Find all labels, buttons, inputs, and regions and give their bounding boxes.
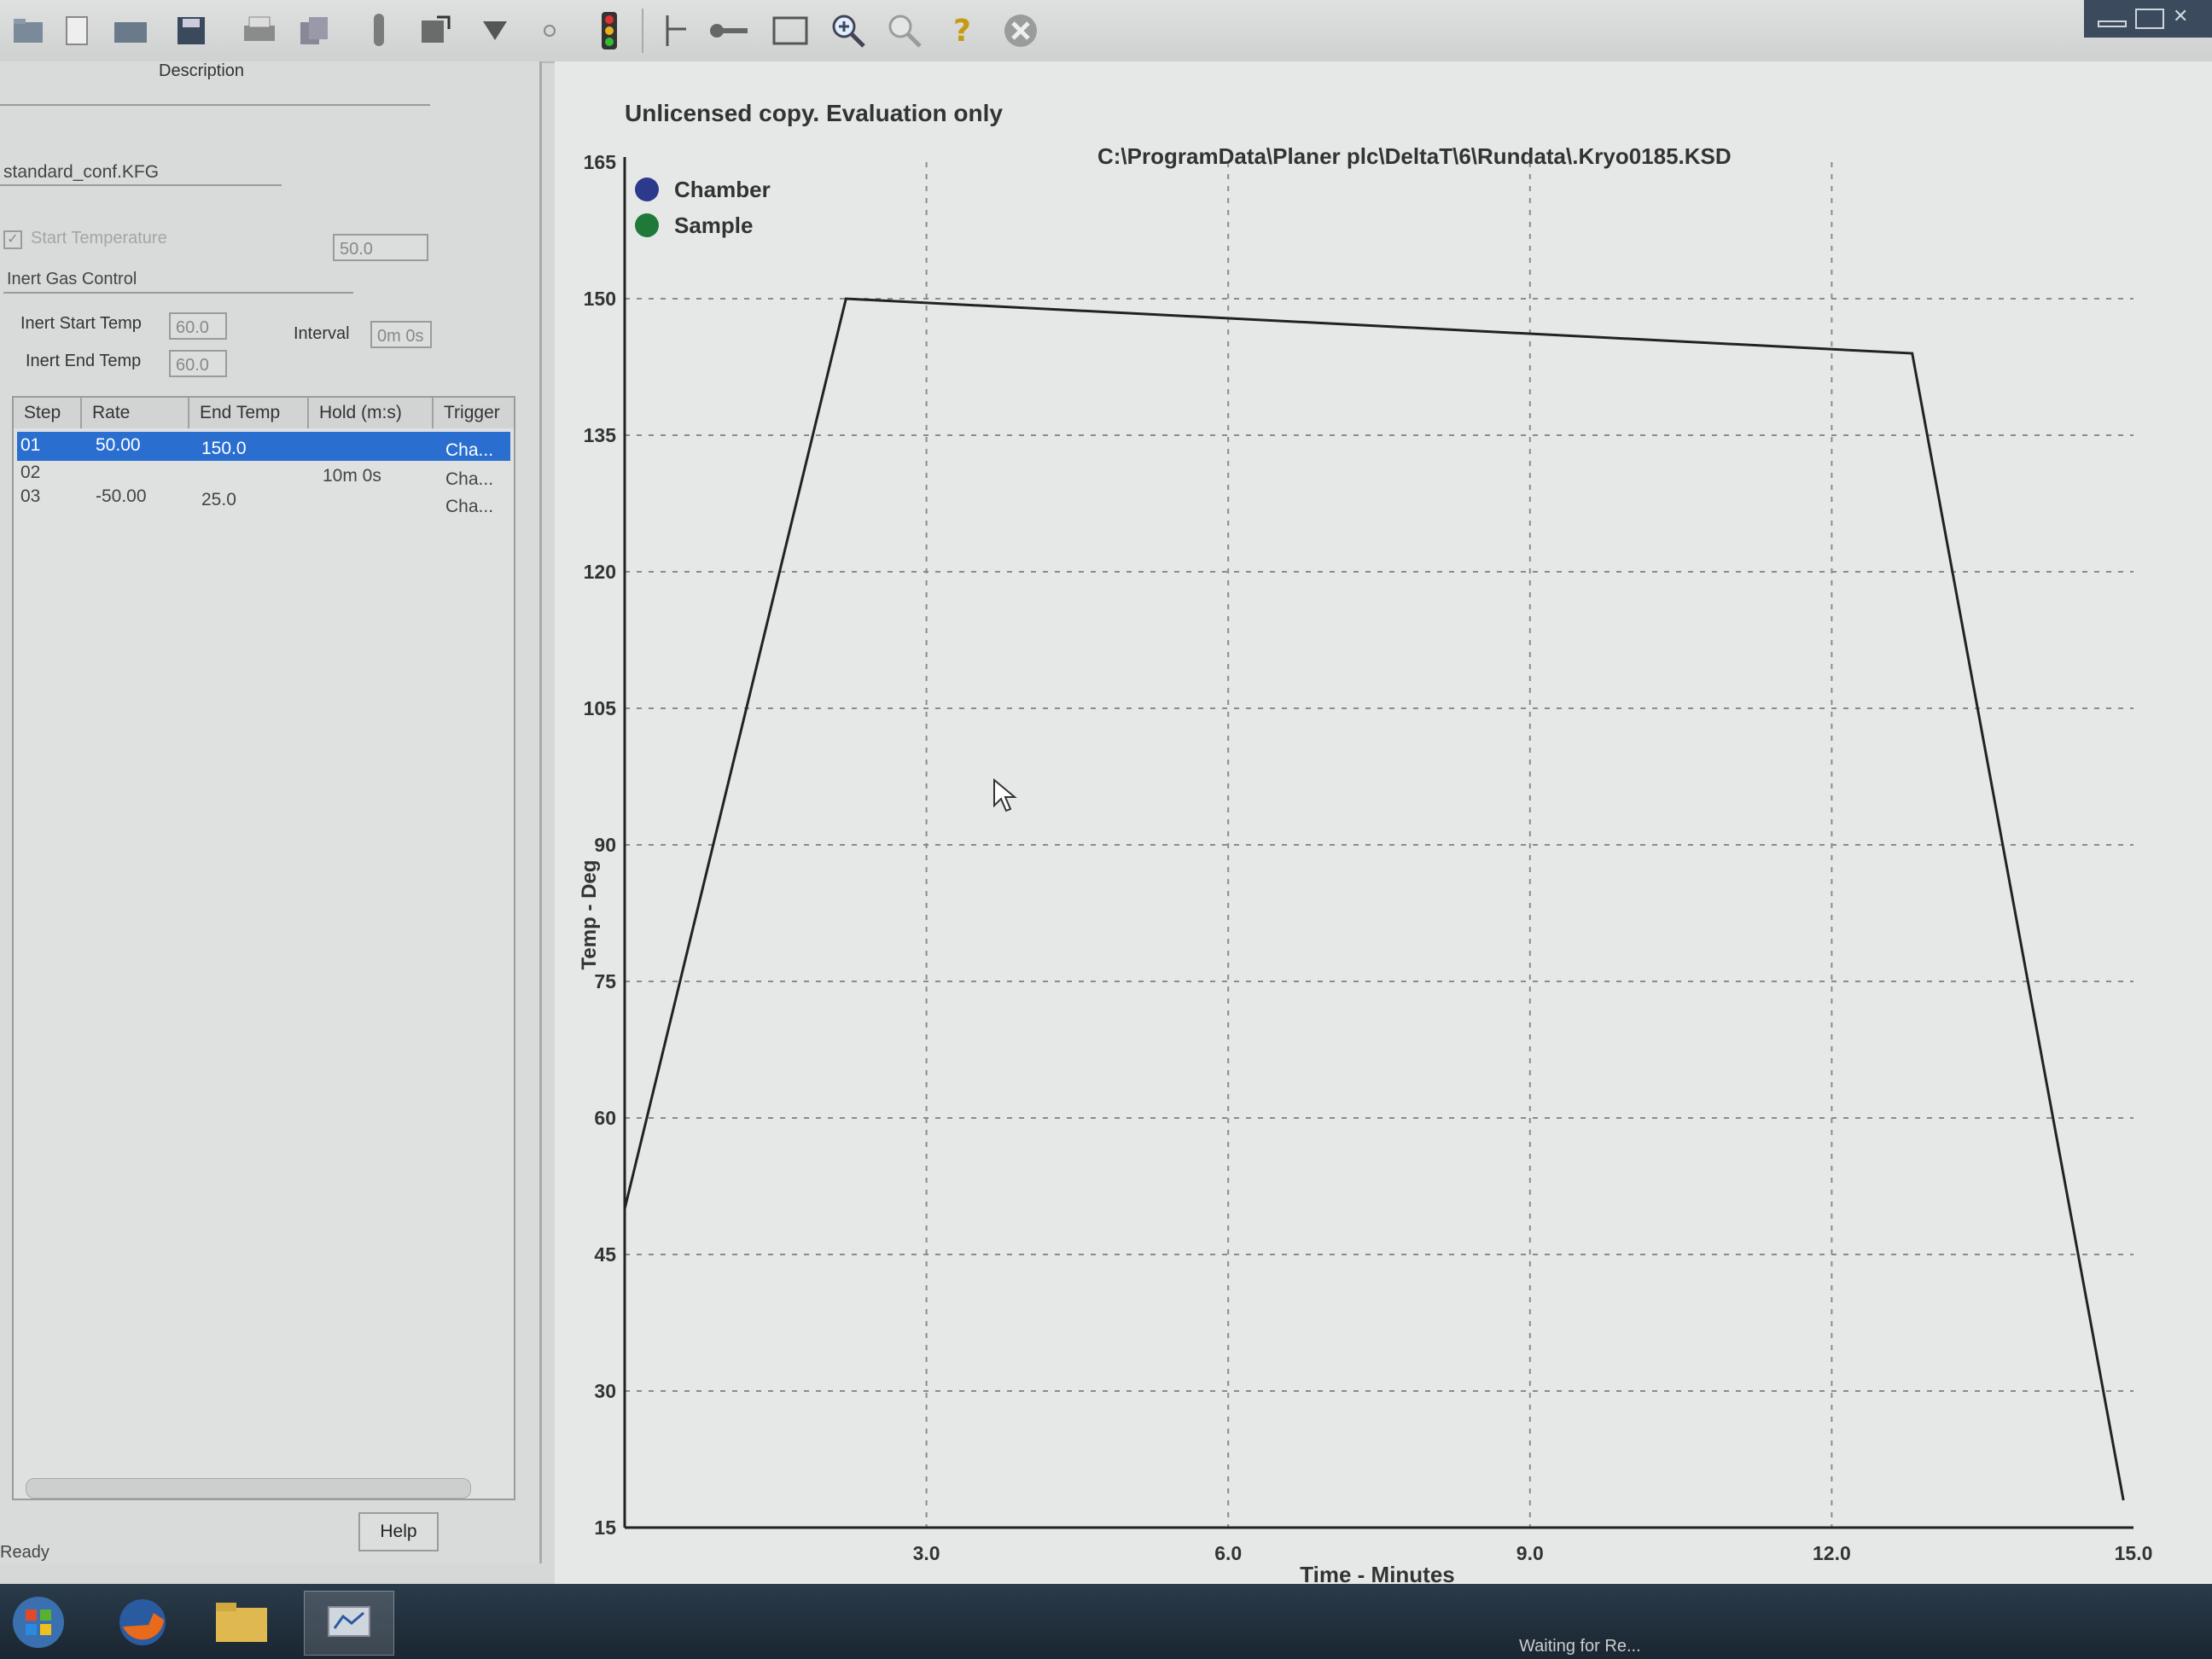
probe-icon[interactable] — [358, 10, 399, 51]
temperature-chart: 165 150 135 120 105 90 75 60 45 30 15 3.0 6.0 9.0 12.0… — [578, 100, 2153, 1587]
table-cell-trigger[interactable]: Cha... — [445, 497, 493, 517]
license-notice: Unlicensed copy. Evaluation only — [625, 100, 1003, 126]
inert-start-temp-field[interactable]: 60.0 — [169, 312, 227, 340]
open-icon[interactable] — [9, 10, 49, 51]
description-divider — [0, 104, 430, 106]
inert-end-temp-field[interactable]: 60.0 — [169, 350, 227, 377]
traffic-light-icon[interactable] — [589, 10, 630, 51]
toolbar-separator — [642, 9, 643, 53]
steps-table: Step Rate End Temp Hold (m:s) Trigger 01… — [12, 396, 515, 1500]
description-label: Description — [159, 61, 245, 80]
key-icon[interactable] — [708, 10, 749, 51]
inert-gas-control-label: Inert Gas Control — [7, 270, 137, 288]
start-temperature-checkbox[interactable]: ✓ — [3, 230, 22, 249]
inert-gas-divider — [3, 292, 353, 294]
file-explorer-icon[interactable] — [210, 1591, 273, 1654]
series-line-chamber — [623, 297, 2125, 1501]
window-controls: ✕ — [2084, 0, 2212, 38]
column-header-rate[interactable]: Rate — [82, 398, 189, 428]
svg-text:?: ? — [953, 14, 971, 49]
y-tick-label: 60 — [594, 1107, 616, 1129]
legend-label-sample: Sample — [674, 212, 754, 238]
y-tick-label: 75 — [594, 970, 616, 992]
table-cell-step: 01 — [20, 435, 41, 455]
inert-start-temp-label: Inert Start Temp — [20, 314, 142, 333]
table-row-selected[interactable] — [17, 432, 510, 461]
zoom-out-icon[interactable] — [884, 10, 925, 51]
copy-icon[interactable] — [294, 10, 335, 51]
print-icon[interactable] — [239, 10, 280, 51]
inert-end-temp-label: Inert End Temp — [26, 352, 142, 370]
folder-icon[interactable] — [111, 10, 152, 51]
y-tick-label: 45 — [594, 1243, 616, 1266]
export-icon[interactable] — [415, 10, 456, 51]
x-tick-label: 9.0 — [1516, 1542, 1544, 1564]
table-cell-rate: 50.00 — [96, 435, 141, 455]
y-tick-label: 150 — [584, 288, 616, 310]
chart-grid — [625, 162, 2133, 1528]
maximize-icon[interactable] — [2135, 9, 2164, 29]
record-icon[interactable] — [529, 10, 570, 51]
help-icon[interactable]: ? — [942, 10, 983, 51]
column-header-end-temp[interactable]: End Temp — [189, 398, 309, 428]
minimize-icon[interactable] — [2098, 20, 2127, 27]
table-cell-end-temp[interactable]: 25.0 — [201, 490, 236, 510]
table-cell-trigger[interactable]: Cha... — [445, 469, 493, 490]
mouse-cursor — [993, 777, 1017, 812]
table-cell-rate[interactable]: -50.00 — [96, 486, 147, 507]
table-cell-hold[interactable]: 10m 0s — [323, 466, 381, 486]
y-axis-label: Temp - Deg — [578, 860, 601, 970]
chart-series — [623, 297, 2125, 1501]
x-tick-label: 6.0 — [1214, 1542, 1242, 1564]
y-tick-label: 135 — [584, 424, 617, 446]
file-path: C:\ProgramData\Planer plc\DeltaT\6\Runda… — [1097, 143, 1732, 169]
y-tick-label: 105 — [584, 697, 617, 719]
new-file-icon[interactable] — [56, 10, 97, 51]
y-tick-label: 15 — [594, 1516, 616, 1539]
horizontal-scrollbar[interactable] — [26, 1478, 471, 1499]
table-cell-end-temp: 150.0 — [201, 439, 247, 458]
start-button-icon[interactable] — [7, 1591, 70, 1654]
help-button[interactable]: Help — [358, 1512, 439, 1551]
config-file-name[interactable]: standard_conf.KFG — [3, 162, 159, 183]
legend-marker-chamber — [635, 178, 659, 201]
start-temperature-field[interactable]: 50.0 — [333, 234, 428, 261]
y-tick-label: 90 — [594, 834, 616, 856]
taskbar — [0, 1584, 2212, 1659]
run-settings-panel: Description standard_conf.KFG ✓ Start Te… — [0, 61, 542, 1563]
status-text: Ready — [0, 1543, 49, 1562]
column-header-trigger[interactable]: Trigger — [434, 398, 514, 428]
table-cell-step[interactable]: 02 — [20, 463, 40, 483]
deltat-app-icon[interactable] — [304, 1591, 394, 1656]
legend-label-chamber: Chamber — [674, 177, 771, 202]
axis-icon[interactable] — [657, 10, 698, 51]
chart-axes: 165 150 135 120 105 90 75 60 45 30 15 3.0 6.0 9.0 12.0… — [584, 151, 2153, 1564]
close-run-icon[interactable] — [1000, 10, 1041, 51]
y-tick-label: 165 — [584, 151, 617, 173]
filter-icon[interactable] — [474, 10, 515, 51]
x-tick-label: 15.0 — [2115, 1542, 2153, 1564]
chart-area: 165 150 135 120 105 90 75 60 45 30 15 3.0 6.0 9.0 12.0… — [555, 61, 2212, 1598]
legend-marker-sample — [635, 213, 659, 237]
column-header-hold[interactable]: Hold (m:s) — [309, 398, 434, 428]
x-tick-label: 12.0 — [1813, 1542, 1851, 1564]
interval-label: Interval — [294, 324, 350, 343]
firefox-icon[interactable] — [111, 1591, 174, 1654]
start-temperature-label: Start Temperature — [31, 229, 167, 247]
x-tick-label: 3.0 — [913, 1542, 940, 1564]
column-header-step[interactable]: Step — [14, 398, 82, 428]
save-icon[interactable] — [171, 10, 212, 51]
chart-legend: Chamber Sample — [635, 177, 771, 238]
table-cell-trigger: Cha... — [445, 440, 494, 460]
zoom-in-icon[interactable] — [828, 10, 869, 51]
toolbar: ? ✕ — [0, 0, 2212, 63]
zoom-box-icon[interactable] — [770, 10, 811, 51]
config-divider — [0, 184, 282, 186]
y-tick-label: 30 — [594, 1380, 616, 1402]
status-waiting: Waiting for Re... — [1519, 1637, 1641, 1656]
close-icon[interactable]: ✕ — [2173, 5, 2198, 26]
table-cell-step[interactable]: 03 — [20, 486, 40, 507]
interval-field[interactable]: 0m 0s — [370, 321, 432, 348]
y-tick-label: 120 — [584, 561, 616, 583]
